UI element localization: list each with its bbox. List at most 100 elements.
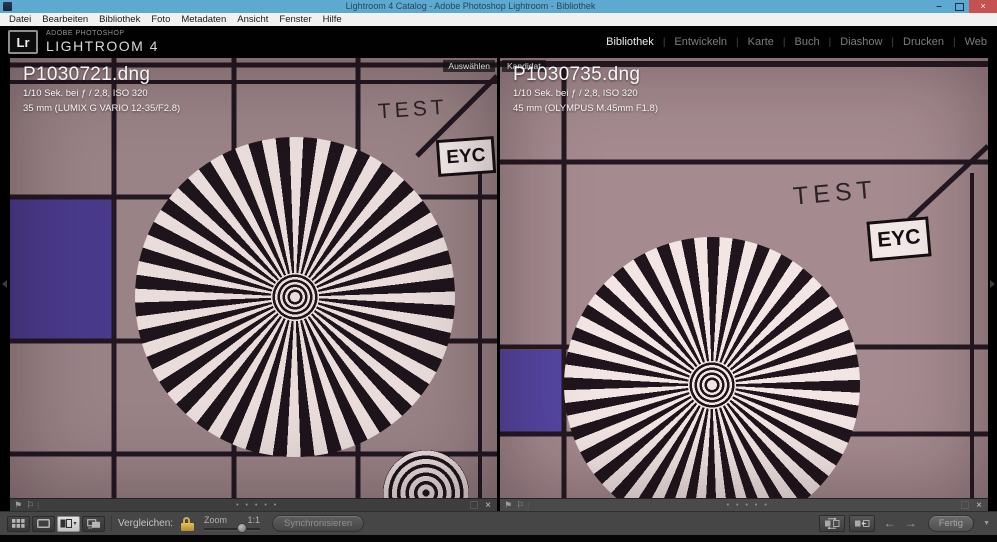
module-picker: Bibliothek | Entwickeln | Karte | Buch |… [606, 36, 987, 48]
strip-separator: | [527, 500, 530, 510]
chart-eyc-label: EYC [866, 216, 932, 262]
menu-bearbeiten[interactable]: Bearbeiten [42, 14, 88, 25]
select-photo[interactable]: TEST EYC Auswählen P1030721.dng 1/10 Sek… [10, 58, 497, 498]
menu-bibliothek[interactable]: Bibliothek [99, 14, 140, 25]
pick-flag-icon[interactable]: ⚑ [504, 500, 512, 511]
right-panel-expand-icon [990, 280, 995, 288]
zoom-lock-icon[interactable] [181, 516, 195, 531]
brand-block: ADOBE PHOTOSHOP LIGHTROOM 4 [46, 30, 159, 54]
deselect-icon[interactable]: × [976, 500, 982, 511]
module-buch[interactable]: Buch [795, 36, 820, 48]
app-icon[interactable] [3, 2, 12, 11]
module-bibliothek[interactable]: Bibliothek [606, 36, 654, 48]
candidate-filename: P1030735.dng [513, 64, 641, 85]
candidate-file-info: P1030735.dng 1/10 Sek. bei ƒ / 2,8, ISO … [513, 64, 658, 115]
menu-fenster[interactable]: Fenster [279, 14, 311, 25]
close-button[interactable]: × [969, 0, 997, 13]
module-separator: | [736, 36, 739, 48]
left-panel-collapsed-strip[interactable] [0, 58, 10, 511]
loupe-view-icon [37, 519, 50, 528]
module-karte[interactable]: Karte [748, 36, 774, 48]
module-diashow[interactable]: Diashow [840, 36, 882, 48]
rating-dots[interactable]: ••••• [42, 500, 470, 511]
lightroom-header: Lr ADOBE PHOTOSHOP LIGHTROOM 4 Bibliothe… [0, 26, 997, 58]
zoom-control: Zoom 1:1 [204, 514, 261, 533]
zoom-slider-thumb[interactable] [236, 522, 247, 533]
view-mode-buttons: ▾ [7, 515, 105, 532]
module-drucken[interactable]: Drucken [903, 36, 944, 48]
reject-flag-icon[interactable]: ⚐ [516, 500, 524, 511]
menu-hilfe[interactable]: Hilfe [323, 14, 342, 25]
lightroom-window: Lightroom 4 Catalog - Adobe Photoshop Li… [0, 0, 997, 542]
zoom-slider[interactable] [204, 522, 261, 533]
select-file-info: P1030721.dng 1/10 Sek. bei ƒ / 2,8, ISO … [23, 64, 180, 115]
toolbar-separator [111, 516, 112, 531]
right-panel-collapsed-strip[interactable] [988, 58, 997, 511]
filmstrip-collapsed-strip[interactable] [0, 535, 997, 542]
select-photo-toolbar: ⚑ ⚐ | ••••• × [10, 498, 497, 511]
brand-lightroom-4: LIGHTROOM 4 [46, 38, 159, 54]
deselect-icon[interactable]: × [485, 500, 491, 511]
candidate-lens: 45 mm (OLYMPUS M.45mm F1.8) [513, 102, 658, 114]
survey-view-button[interactable] [82, 515, 105, 532]
candidate-photo-toolbar: ⚑ ⚐ | ••••• × [500, 498, 988, 511]
siemens-star-center-rings [688, 361, 736, 409]
module-separator: | [662, 36, 666, 48]
restore-icon [954, 2, 964, 11]
lr-logo: Lr [8, 30, 38, 54]
make-select-icon [854, 520, 870, 527]
siemens-star-center-rings [272, 274, 318, 320]
swap-icon [824, 518, 840, 529]
select-filename: P1030721.dng [23, 64, 151, 85]
zoom-label: Zoom [204, 514, 228, 525]
reject-flag-icon[interactable]: ⚐ [26, 500, 34, 511]
candidate-photo[interactable]: TEST EYC Kandidat P1030735.dng 1/10 Sek.… [500, 58, 988, 498]
compare-view-button[interactable]: ▾ [57, 515, 80, 532]
bottom-toolbar: ▾ Vergleichen: Zoom 1:1 Synchronisieren [0, 511, 997, 535]
compare-candidate-panel: TEST EYC Kandidat P1030735.dng 1/10 Sek.… [500, 58, 988, 511]
chevron-down-icon: ▾ [73, 521, 77, 527]
zoom-ratio-value[interactable]: 1:1 [248, 515, 261, 525]
chart-eyc-label: EYC [435, 136, 497, 177]
window-title: Lightroom 4 Catalog - Adobe Photoshop Li… [345, 1, 596, 11]
swap-button[interactable] [818, 515, 845, 532]
chart-test-text: TEST [377, 95, 449, 124]
loupe-view-button[interactable] [32, 515, 55, 532]
brand-adobe-photoshop: ADOBE PHOTOSHOP [46, 30, 125, 37]
rating-dots[interactable]: ••••• [532, 500, 961, 511]
menu-metadaten[interactable]: Metadaten [181, 14, 226, 25]
badge-placeholder-icon [470, 501, 479, 509]
make-select-button[interactable] [848, 515, 875, 532]
select-exposure: 1/10 Sek. bei ƒ / 2,8, ISO 320 [23, 88, 148, 99]
module-entwickeln[interactable]: Entwickeln [674, 36, 727, 48]
module-separator: | [891, 36, 894, 48]
module-separator: | [782, 36, 786, 48]
menu-datei[interactable]: Datei [9, 14, 31, 25]
menu-ansicht[interactable]: Ansicht [237, 14, 268, 25]
menu-foto[interactable]: Foto [151, 14, 170, 25]
compare-view-icon [60, 519, 73, 528]
menubar: Datei Bearbeiten Bibliothek Foto Metadat… [0, 13, 997, 26]
survey-view-icon [86, 518, 100, 529]
select-lens: 35 mm (LUMIX G VARIO 12-35/F2.8) [23, 102, 181, 114]
grid-view-button[interactable] [7, 515, 30, 532]
badge-placeholder-icon [961, 501, 970, 509]
module-separator: | [828, 36, 832, 48]
compare-select-panel: TEST EYC Auswählen P1030721.dng 1/10 Sek… [10, 58, 497, 511]
select-badge: Auswählen [443, 60, 495, 72]
done-button[interactable]: Fertig [927, 515, 975, 532]
pick-flag-icon[interactable]: ⚑ [14, 500, 22, 511]
titlebar: Lightroom 4 Catalog - Adobe Photoshop Li… [0, 0, 997, 13]
left-panel-expand-icon [2, 280, 7, 288]
minimize-button[interactable]: – [929, 2, 949, 12]
compare-label: Vergleichen: [118, 518, 174, 529]
module-web[interactable]: Web [965, 36, 987, 48]
previous-photo-button[interactable]: ← [884, 515, 896, 532]
grid-view-icon [12, 519, 25, 528]
synchronize-button[interactable]: Synchronisieren [272, 515, 365, 532]
maximize-button[interactable] [949, 0, 969, 13]
candidate-exposure: 1/10 Sek. bei ƒ / 2,8, ISO 320 [513, 88, 638, 99]
strip-separator: | [37, 500, 40, 510]
next-photo-button[interactable]: → [905, 515, 917, 532]
toolbar-options-chevron-icon[interactable]: ▼ [983, 520, 990, 527]
